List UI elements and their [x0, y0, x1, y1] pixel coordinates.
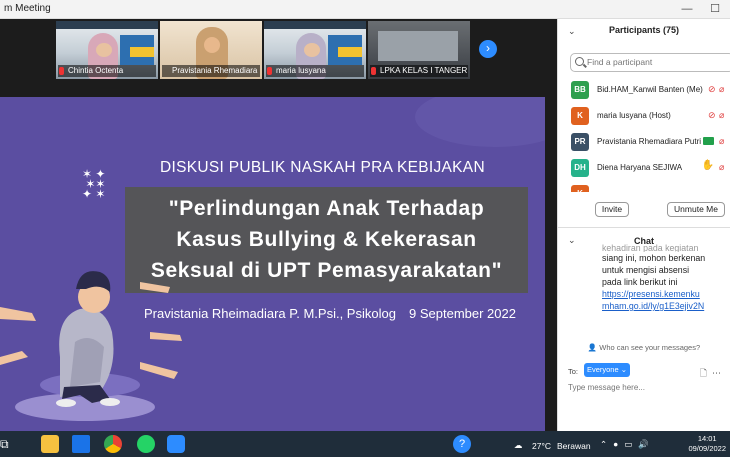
invite-button[interactable]: Invite: [595, 202, 629, 217]
search-icon: [575, 57, 584, 66]
shared-screen-slide: ✶ ✦ ✶✶ ✦ ✶ DISKUSI PUBLIK NASKAH PRA KEBI…: [0, 97, 545, 433]
participant-row[interactable]: DH Diena Haryana SEJIWA ⌀ ✋: [558, 155, 730, 181]
video-thumbnail[interactable]: Pravistania Rhemadiara P...: [160, 21, 262, 79]
system-tray-icons[interactable]: ⌃●▭🔊: [600, 439, 655, 450]
participants-list[interactable]: BB Bid.HAM_Kanwil Banten (Me) ⌀ ⊘ K mari…: [558, 77, 730, 192]
windows-taskbar: ⧉ ? ☁ 27°C Berawan ⌃●▭🔊 14:01 09/09/2022: [0, 431, 730, 457]
participant-name: Pravistania Rhemadiara Putri: [597, 137, 702, 146]
video-thumbnail[interactable]: maria lusyana: [264, 21, 366, 79]
taskbar-clock[interactable]: 14:01 09/09/2022: [688, 434, 726, 454]
mic-muted-icon[interactable]: ⌀: [719, 110, 727, 121]
mic-muted-icon[interactable]: ⌀: [719, 84, 727, 95]
video-off-icon[interactable]: ⊘: [708, 84, 716, 95]
sad-child-illustration: [0, 271, 182, 421]
mic-muted-icon: [371, 67, 376, 75]
mic-muted-icon: [59, 67, 64, 75]
avatar: PR: [571, 133, 589, 151]
slide-date: 9 September 2022: [409, 306, 516, 321]
participants-header: Participants (75): [608, 25, 680, 35]
video-area: Chintia Octenta Pravistania Rhemadiara P…: [0, 19, 557, 433]
who-can-see-messages[interactable]: 👤 Who can see your messages?: [558, 343, 730, 352]
zoom-icon[interactable]: [167, 435, 185, 453]
video-thumbnail[interactable]: Chintia Octenta: [56, 21, 158, 79]
window-title: m Meeting: [4, 3, 51, 14]
avatar: BB: [571, 81, 589, 99]
participant-search[interactable]: [570, 53, 730, 72]
chat-message: kehadiran pada kegiatan siang ini, mohon…: [602, 243, 706, 311]
thumbnail-name: Chintia Octenta: [58, 65, 156, 77]
weather-temp[interactable]: 27°C: [532, 441, 551, 451]
maximize-icon[interactable]: ☐: [708, 2, 722, 16]
chrome-icon[interactable]: [104, 435, 122, 453]
thumbnail-name: LPKA KELAS I TANGER...: [370, 65, 468, 77]
next-page-button[interactable]: ›: [479, 40, 497, 58]
right-side-panel: ⌄ Participants (75) BB Bid.HAM_Kanwil Ba…: [557, 19, 730, 431]
avatar: K: [571, 185, 589, 192]
thumbnail-name: maria lusyana: [266, 65, 364, 77]
to-label: To:: [568, 367, 579, 376]
weather-desc[interactable]: Berawan: [557, 441, 591, 451]
minimize-icon[interactable]: —: [680, 2, 694, 16]
raised-hand-icon: ✋: [701, 160, 714, 171]
chat-recipient-select[interactable]: Everyone ⌄: [584, 363, 630, 377]
participant-name: Diena Haryana SEJIWA: [597, 163, 683, 172]
participant-row[interactable]: K: [558, 181, 730, 192]
avatar: K: [571, 107, 589, 125]
user-icon: 👤: [587, 343, 598, 352]
participant-row[interactable]: PR Pravistania Rhemadiara Putri ⌀: [558, 129, 730, 155]
video-off-icon[interactable]: ⊘: [708, 110, 716, 121]
video-thumbnail[interactable]: LPKA KELAS I TANGER...: [368, 21, 470, 79]
participant-name: Bid.HAM_Kanwil Banten (Me): [597, 85, 703, 94]
video-thumbnail-strip: Chintia Octenta Pravistania Rhemadiara P…: [56, 21, 470, 79]
task-view-icon[interactable]: ⧉: [0, 435, 12, 453]
unmute-me-button[interactable]: Unmute Me: [667, 202, 725, 217]
participant-name: maria lusyana (Host): [597, 111, 671, 120]
participant-search-input[interactable]: [587, 57, 727, 67]
video-on-icon[interactable]: [703, 137, 714, 145]
file-and-more-icons[interactable]: 🗋⋯: [700, 366, 726, 382]
participant-row[interactable]: K maria lusyana (Host) ⌀ ⊘: [558, 103, 730, 129]
mic-muted-icon[interactable]: ⌀: [719, 162, 727, 173]
whatsapp-icon[interactable]: [137, 435, 155, 453]
mic-muted-icon: [267, 67, 272, 75]
avatar: DH: [571, 159, 589, 177]
slide-subtitle: DISKUSI PUBLIK NASKAH PRA KEBIJAKAN: [160, 159, 485, 176]
chat-message-input[interactable]: [568, 383, 718, 392]
help-icon[interactable]: ?: [453, 435, 471, 453]
file-explorer-icon[interactable]: [41, 435, 59, 453]
participant-row[interactable]: BB Bid.HAM_Kanwil Banten (Me) ⌀ ⊘: [558, 77, 730, 103]
title-bar: m Meeting — ☐: [0, 0, 730, 19]
thumbnail-name: Pravistania Rhemadiara P...: [162, 65, 260, 77]
dropbox-icon[interactable]: [72, 435, 90, 453]
mic-muted-icon[interactable]: ⌀: [719, 136, 727, 147]
presensi-link[interactable]: https://presensi.kemenku mham.go.id/ly/g1…: [602, 289, 704, 311]
cloud-icon: ☁: [514, 440, 523, 450]
